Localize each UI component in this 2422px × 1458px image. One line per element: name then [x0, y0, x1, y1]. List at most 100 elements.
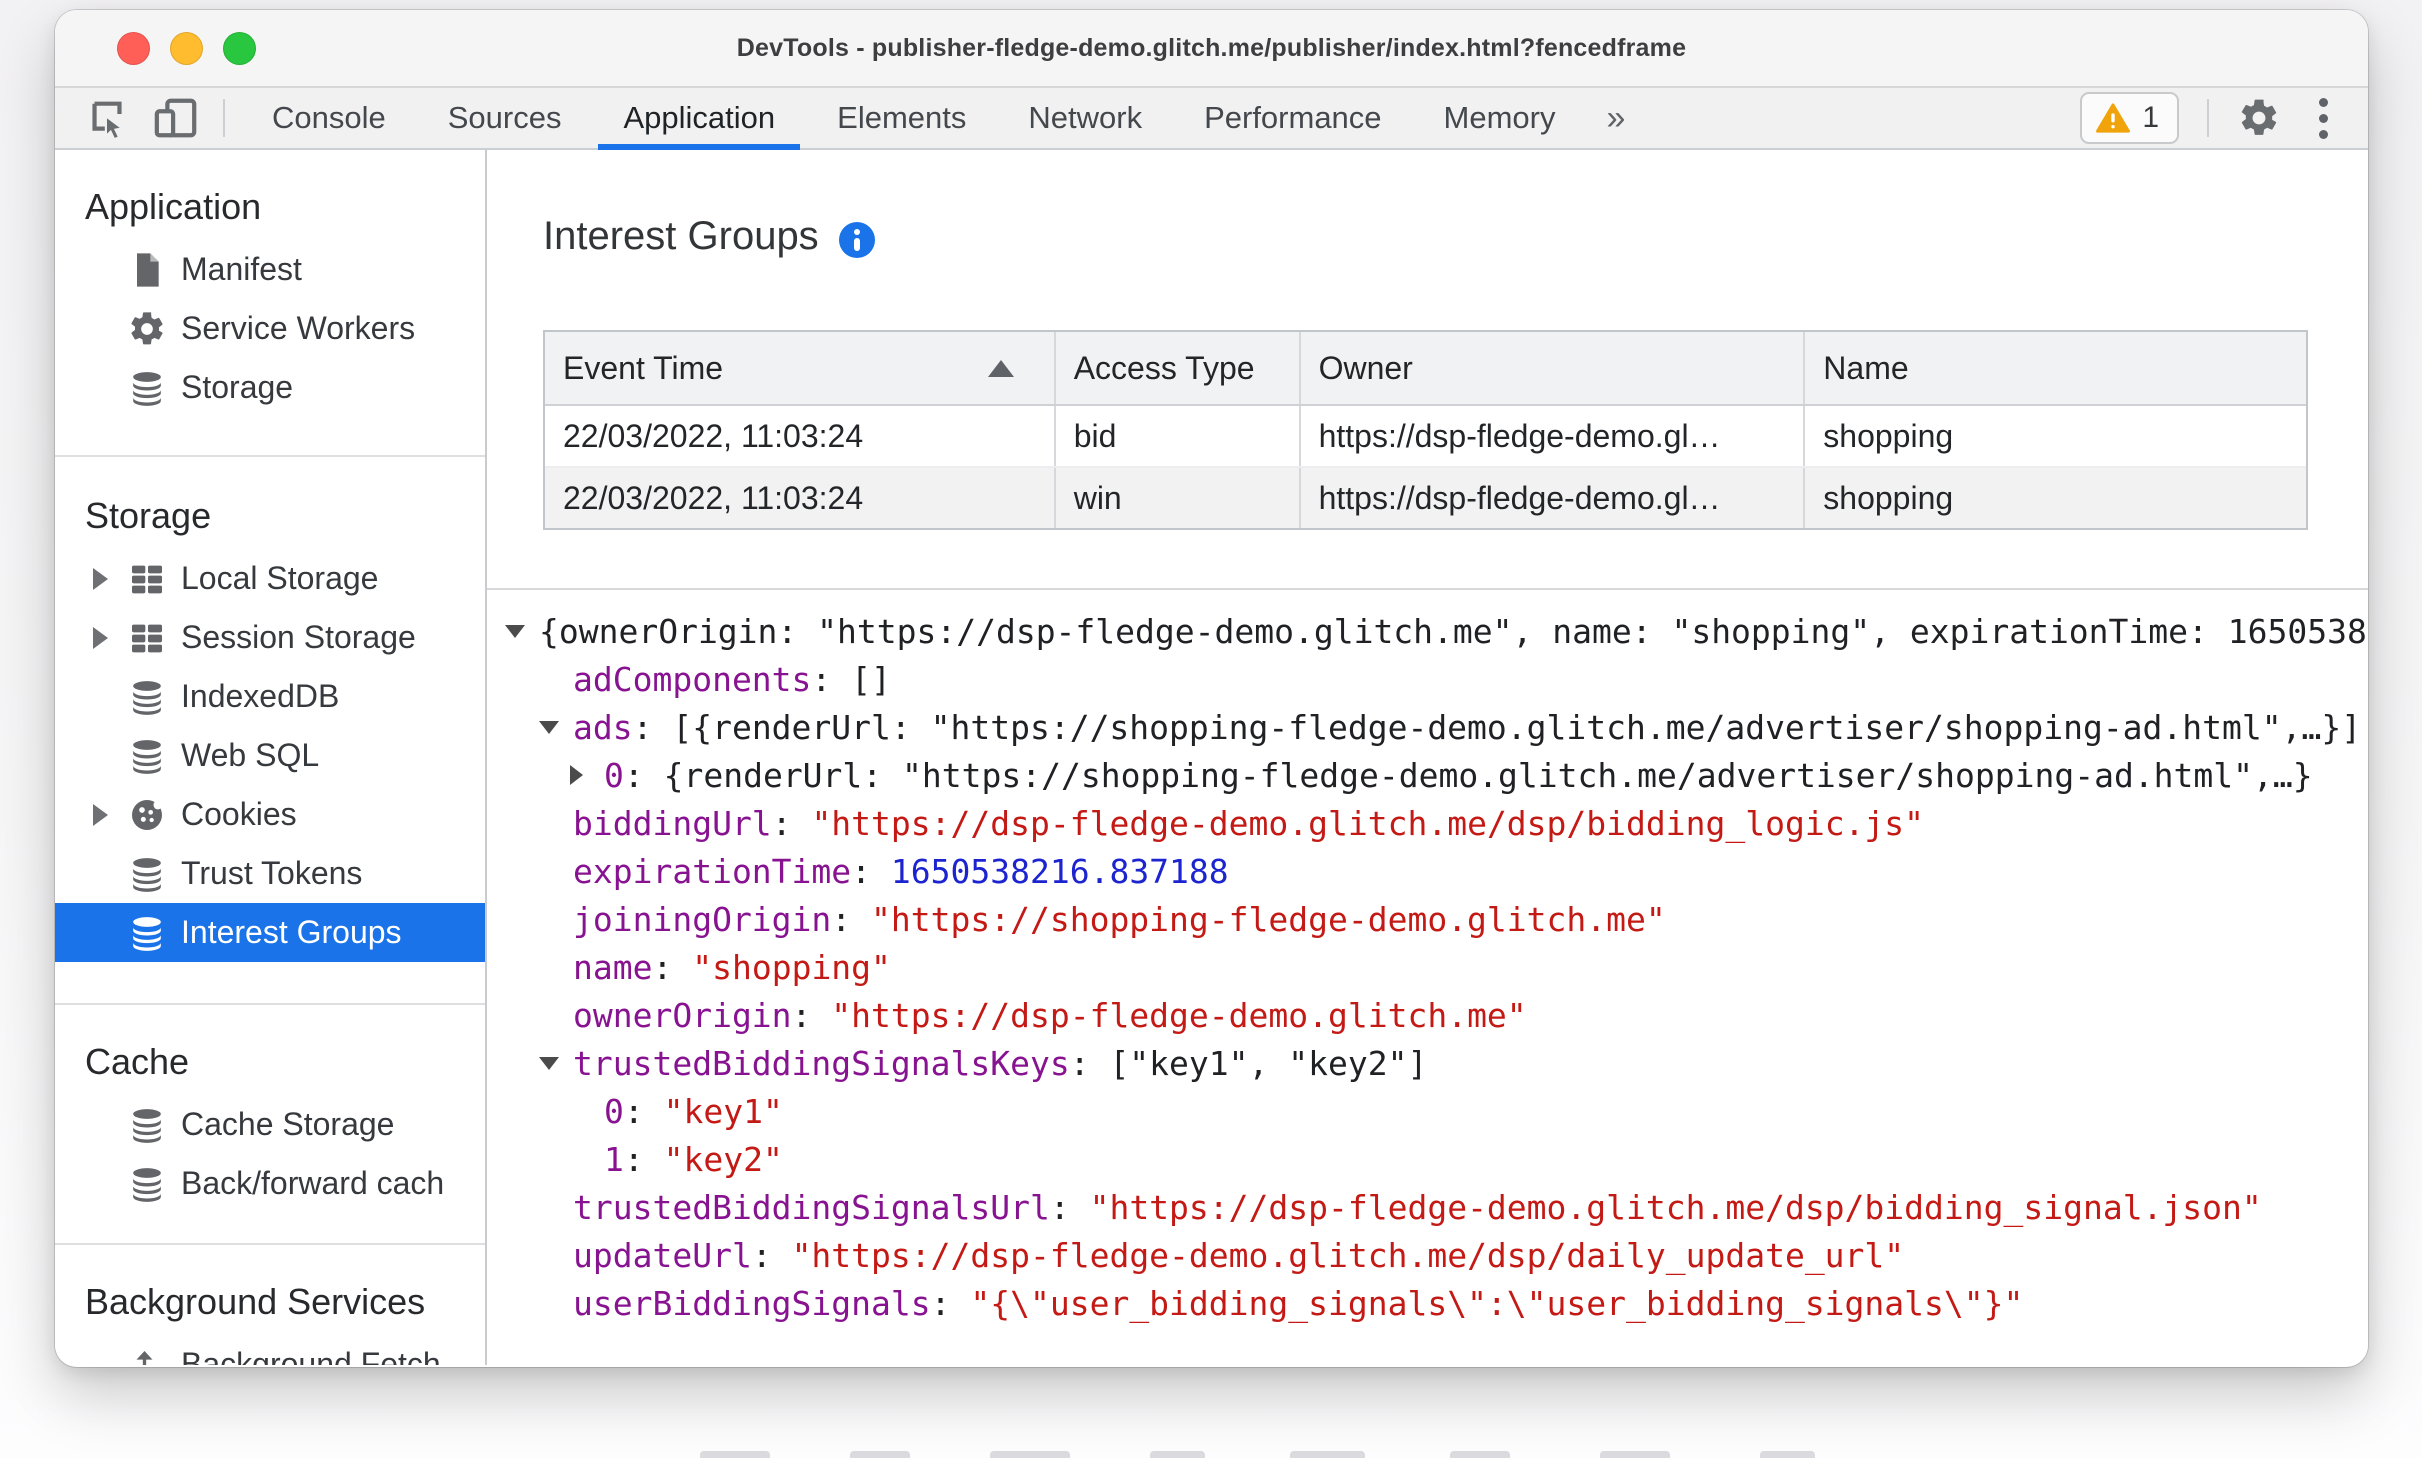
table-row[interactable]: 22/03/2022, 11:03:24 bid https://dsp-fledg… — [545, 406, 2306, 466]
expand-icon[interactable] — [93, 626, 127, 649]
interest-groups-table: Event Time Access Type Owner Name 22/03/2022… — [543, 330, 2308, 530]
column-header-label: Access Type — [1073, 349, 1255, 386]
sidebar-item-cache-storage[interactable]: Cache Storage — [55, 1095, 485, 1154]
sidebar-section-storage: Storage Local Storage Session Storage Index… — [55, 455, 485, 1003]
tree-text: : — [851, 852, 891, 891]
sidebar-item-session-storage[interactable]: Session Storage — [55, 608, 485, 667]
fetch-icon — [127, 1345, 167, 1365]
tab-application[interactable]: Application — [592, 88, 806, 150]
column-header-owner[interactable]: Owner — [1298, 332, 1804, 404]
sidebar-section-title: Background Services — [85, 1281, 426, 1322]
tree-text: name — [573, 948, 653, 987]
cookie-icon — [127, 795, 167, 835]
issues-count: 1 — [2142, 101, 2159, 134]
sidebar-item-service-workers[interactable]: Service Workers — [55, 299, 485, 358]
tree-text: : — [623, 1140, 664, 1179]
tree-node[interactable]: 0: {renderUrl: "https://shopping-fledge-… — [487, 752, 2368, 800]
tree-node: 1: "key2" — [487, 1136, 2368, 1184]
gear-icon[interactable] — [2237, 96, 2281, 140]
sidebar-item-background-fetch[interactable]: Background Fetch — [55, 1335, 485, 1365]
tree-node[interactable]: trustedBiddingSignalsKeys: ["key1", "key… — [487, 1040, 2368, 1088]
sidebar-item-manifest[interactable]: Manifest — [55, 240, 485, 299]
sidebar-section-title: Storage — [85, 495, 212, 536]
tab-memory[interactable]: Memory — [1413, 88, 1587, 148]
minimize-button[interactable] — [170, 31, 203, 65]
table-cell: shopping — [1803, 406, 2306, 466]
sidebar-item-web-sql[interactable]: Web SQL — [55, 726, 485, 785]
table-row[interactable]: 22/03/2022, 11:03:24 win https://dsp-fledg… — [545, 466, 2306, 528]
tab-sources[interactable]: Sources — [417, 88, 593, 148]
sidebar-section-title: Cache — [85, 1041, 190, 1082]
device-toolbar-icon[interactable] — [151, 95, 201, 141]
tree-text: biddingUrl — [573, 804, 772, 843]
sidebar-item-back-forward-cach[interactable]: Back/forward cach — [55, 1154, 485, 1213]
database-icon — [127, 913, 167, 953]
sidebar-section-background-services: Background Services Background Fetch — [55, 1243, 485, 1365]
collapse-icon[interactable] — [505, 625, 525, 638]
sidebar-item-label: Interest Groups — [181, 914, 402, 950]
table-cell: https://dsp-fledge-demo.gl… — [1298, 468, 1804, 528]
tab-elements[interactable]: Elements — [806, 88, 997, 148]
tree-text: : — [623, 1092, 664, 1131]
sidebar-item-trust-tokens[interactable]: Trust Tokens — [55, 844, 485, 903]
sort-ascending-icon[interactable] — [987, 360, 1014, 377]
sidebar-item-label: IndexedDB — [181, 678, 340, 714]
panel-splitter[interactable] — [487, 588, 2368, 590]
kebab-menu-icon[interactable] — [2315, 94, 2332, 143]
tree-node[interactable]: ads: [{renderUrl: "https://shopping-fled… — [487, 704, 2368, 752]
tree-text: : — [831, 900, 872, 939]
table-cell: 22/03/2022, 11:03:24 — [563, 417, 864, 454]
tree-text: userBiddingSignals — [573, 1284, 931, 1323]
sidebar-item-indexeddb[interactable]: IndexedDB — [55, 667, 485, 726]
sidebar-item-interest-groups[interactable]: Interest Groups — [55, 903, 485, 962]
collapse-icon[interactable] — [539, 1057, 559, 1070]
column-header-label: Name — [1823, 349, 1909, 386]
tree-text: {ownerOrigin: "https://dsp-fledge-demo.g… — [539, 612, 2367, 651]
expand-icon[interactable] — [93, 567, 127, 590]
tree-text: "key2" — [663, 1140, 783, 1179]
sidebar-item-storage[interactable]: Storage — [55, 358, 485, 417]
database-icon — [127, 854, 167, 894]
expand-icon[interactable] — [93, 803, 127, 826]
tab-console[interactable]: Console — [241, 88, 417, 148]
table-header-row: Event Time Access Type Owner Name — [545, 332, 2306, 406]
tree-text: : [] — [811, 660, 891, 699]
expand-icon[interactable] — [570, 765, 583, 785]
sidebar-item-label: Session Storage — [181, 619, 416, 655]
info-icon[interactable] — [838, 221, 875, 258]
sidebar-item-local-storage[interactable]: Local Storage — [55, 549, 485, 608]
tree-text: : — [791, 996, 832, 1035]
zoom-button[interactable] — [223, 31, 256, 65]
close-button[interactable] — [117, 31, 150, 65]
sidebar-item-label: Cookies — [181, 796, 297, 832]
tree-node[interactable]: {ownerOrigin: "https://dsp-fledge-demo.g… — [487, 608, 2368, 656]
toolbar-separator — [2207, 99, 2209, 137]
tree-text: "https://shopping-fledge-demo.glitch.me" — [871, 900, 1666, 939]
report-header: Interest Groups — [543, 214, 875, 259]
issues-badge[interactable]: 1 — [2080, 92, 2179, 144]
column-header-access-type[interactable]: Access Type — [1053, 332, 1299, 404]
sidebar-item-cookies[interactable]: Cookies — [55, 785, 485, 844]
panel-tabs: Console Sources Application Elements Network… — [241, 88, 1587, 150]
more-tabs-button[interactable]: » — [1587, 99, 1646, 138]
tree-text: "https://dsp-fledge-demo.glitch.me/dsp/b… — [811, 804, 1925, 843]
tree-text: "shopping" — [692, 948, 891, 987]
sidebar-item-label: Trust Tokens — [181, 855, 363, 891]
tab-network[interactable]: Network — [997, 88, 1173, 148]
tree-text: : — [930, 1284, 971, 1323]
tree-text: "https://dsp-fledge-demo.glitch.me" — [831, 996, 1527, 1035]
inspect-icon[interactable] — [85, 96, 129, 140]
sidebar-section-cache: Cache Cache Storage Back/forward cach — [55, 1003, 485, 1243]
tab-performance[interactable]: Performance — [1173, 88, 1412, 148]
tree-text: ownerOrigin — [573, 996, 792, 1035]
tree-text: : [{renderUrl: "https://shopping-fledge-… — [632, 708, 2362, 747]
tree-node: userBiddingSignals: "{\"user_bidding_sig… — [487, 1280, 2368, 1328]
tree-text: : — [771, 804, 812, 843]
sidebar-item-label: Back/forward cach — [181, 1165, 445, 1201]
table-cell: win — [1053, 468, 1299, 528]
collapse-icon[interactable] — [539, 721, 559, 734]
column-header-event-time[interactable]: Event Time — [545, 332, 1054, 404]
toolbar-separator — [223, 99, 225, 137]
column-header-name[interactable]: Name — [1803, 332, 2306, 404]
tree-node: name: "shopping" — [487, 944, 2368, 992]
